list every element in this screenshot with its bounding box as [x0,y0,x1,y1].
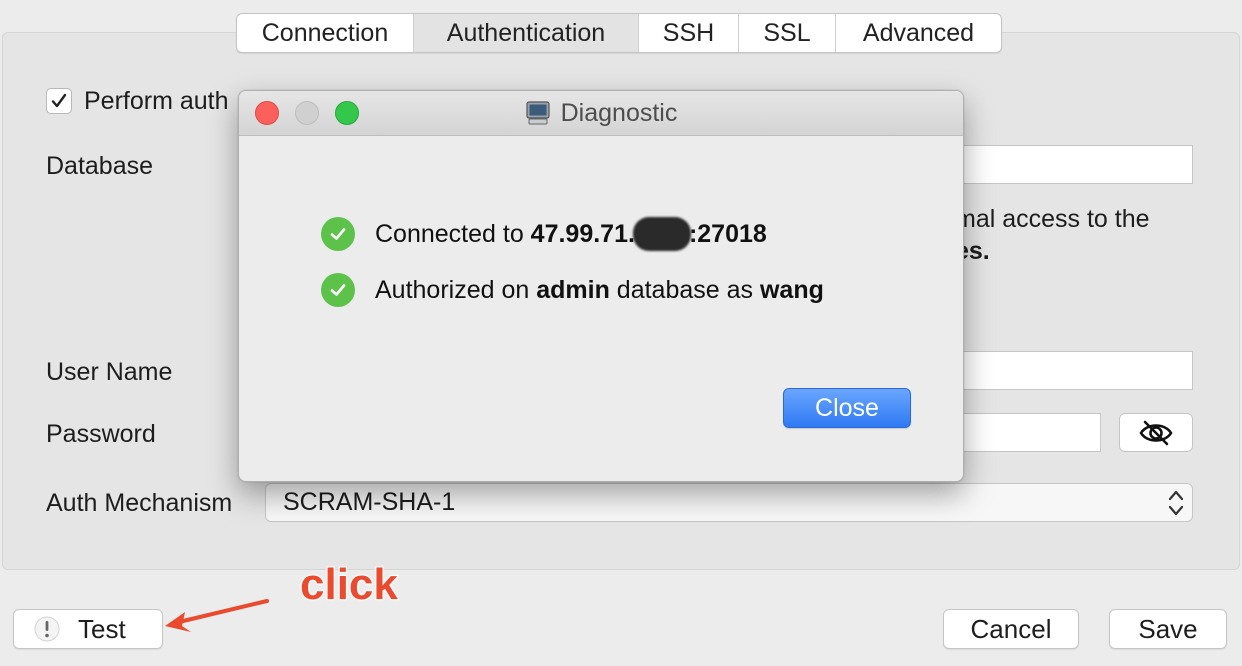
dialog-title: Diagnostic [560,98,678,127]
auth-mechanism-value: SCRAM-SHA-1 [283,488,456,516]
auth-mechanism-label: Auth Mechanism [46,489,233,517]
database-label: Database [46,152,154,180]
check-circle-icon [321,273,355,307]
dialog-titlebar: Diagnostic [239,91,963,136]
tab-connection[interactable]: Connection [237,14,414,52]
connection-status-prefix: Connected to [375,219,531,248]
save-button[interactable]: Save [1109,609,1227,649]
auth-note-line-1: mal access to the [955,205,1150,233]
authorization-database: admin [536,275,610,304]
chevron-up-down-icon [1168,490,1184,516]
test-button[interactable]: Test [13,609,163,649]
diagnostic-dialog: Diagnostic Connected to 47.99.71. :27018… [238,90,964,482]
redacted-host-segment [632,217,691,251]
connection-status: Connected to 47.99.71. :27018 [321,217,767,251]
checkmark-icon [51,93,67,108]
password-label: Password [46,420,156,448]
eye-slash-icon [1139,420,1173,445]
exclamation-bubble-icon [34,616,60,642]
connection-port: :27018 [688,219,767,248]
computer-icon [526,101,550,125]
authorization-user: wang [759,275,824,304]
tab-bar: Connection Authentication SSH SSL Advanc… [236,13,1002,53]
cancel-button[interactable]: Cancel [943,609,1079,649]
user-name-label: User Name [46,358,173,386]
toggle-password-visibility-button[interactable] [1119,413,1193,452]
close-button[interactable]: Close [783,388,911,428]
tab-authentication[interactable]: Authentication [414,14,639,52]
database-input[interactable] [940,145,1193,184]
check-circle-icon [321,217,355,251]
tab-ssl[interactable]: SSL [739,14,836,52]
perform-auth-label: Perform auth [84,87,229,115]
perform-auth-checkbox[interactable] [46,88,72,114]
connection-host: 47.99.71. [530,219,635,248]
authorization-prefix: Authorized on [375,275,537,304]
test-button-label: Test [78,614,126,644]
tab-advanced[interactable]: Advanced [836,14,1001,52]
user-name-input[interactable] [940,351,1193,390]
click-annotation: click [299,559,399,610]
authorization-middle: database as [609,275,760,304]
password-input[interactable] [940,413,1101,452]
tab-ssh[interactable]: SSH [639,14,739,52]
auth-mechanism-select[interactable]: SCRAM-SHA-1 [265,483,1193,522]
annotation-arrow-icon [165,599,269,632]
authorization-status: Authorized on admin database as wang [321,273,824,307]
